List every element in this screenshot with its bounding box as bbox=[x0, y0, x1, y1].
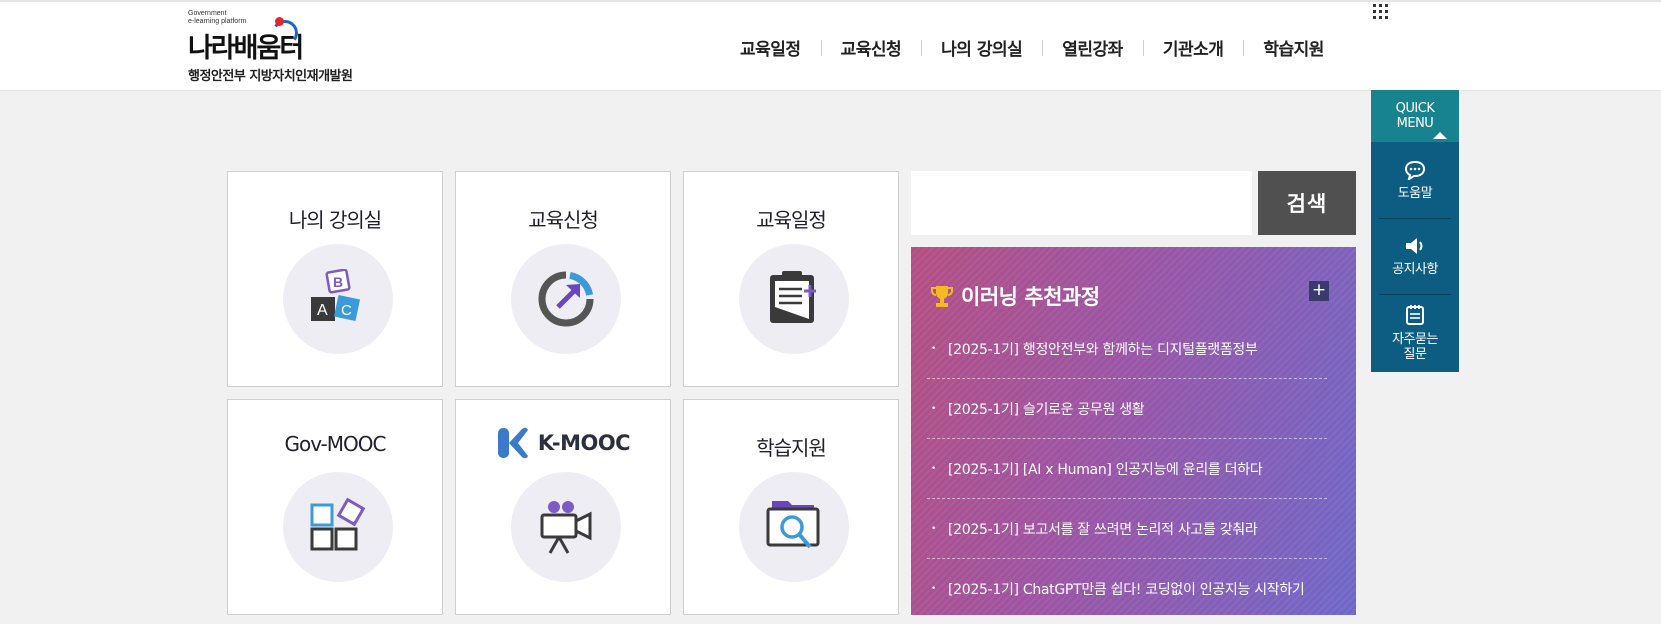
clipboard-icon bbox=[739, 244, 849, 354]
tile-schedule[interactable]: 교육일정 bbox=[683, 171, 899, 387]
svg-text:C: C bbox=[341, 302, 352, 319]
more-plus-button[interactable]: + bbox=[1309, 281, 1329, 301]
main-navigation: 교육일정 교육신청 나의 강의실 열린강좌 기관소개 학습지원 bbox=[720, 34, 1344, 60]
quick-menu-title-line2: MENU bbox=[1396, 116, 1434, 131]
nav-item-support[interactable]: 학습지원 bbox=[1243, 35, 1344, 60]
chat-bubble-icon bbox=[1404, 160, 1426, 180]
nav-item-my-classroom[interactable]: 나의 강의실 bbox=[921, 35, 1042, 60]
folder-search-icon bbox=[739, 472, 849, 582]
tile-my-classroom[interactable]: 나의 강의실 B A C bbox=[227, 171, 443, 387]
trophy-icon bbox=[931, 286, 953, 307]
quick-item-label-2: 질문 bbox=[1403, 346, 1427, 362]
site-logo[interactable]: Government e-learning platform 나라배움터 행정안… bbox=[188, 10, 398, 90]
nav-item-schedule[interactable]: 교육일정 bbox=[720, 35, 821, 60]
recommended-courses-panel: 이러닝 추천과정 + [2025-1기] 행정안전부와 함께하는 디지털플랫폼정… bbox=[911, 247, 1356, 615]
progress-arrow-icon bbox=[511, 244, 621, 354]
tile-k-mooc[interactable]: K-MOOC bbox=[455, 399, 671, 615]
tile-label: K-MOOC bbox=[537, 431, 631, 455]
logo-subtitle: 행정안전부 지방자치인재개발원 bbox=[188, 69, 353, 84]
k-mooc-logo-icon bbox=[497, 427, 528, 459]
logo-dot-mark bbox=[275, 17, 284, 26]
tile-label: 학습지원 bbox=[756, 436, 827, 460]
quick-notice[interactable]: 공지사항 bbox=[1379, 218, 1451, 294]
recommended-header: 이러닝 추천과정 bbox=[929, 281, 1100, 311]
tile-label: 교육신청 bbox=[528, 208, 599, 232]
tile-gov-mooc[interactable]: Gov-MOOC bbox=[227, 399, 443, 615]
course-link[interactable]: [2025-1기] [AI x Human] 인공지능에 윤리를 더하다 bbox=[927, 439, 1327, 499]
course-link[interactable]: [2025-1기] 행정안전부와 함께하는 디지털플랫폼정부 bbox=[927, 319, 1327, 379]
course-link[interactable]: [2025-1기] 보고서를 잘 쓰려면 논리적 사고를 갖춰라 bbox=[927, 499, 1327, 559]
nav-item-about[interactable]: 기관소개 bbox=[1142, 35, 1244, 60]
tile-label: 교육일정 bbox=[756, 208, 827, 232]
tile-apply[interactable]: 교육신청 bbox=[455, 171, 671, 387]
nav-item-open-lectures[interactable]: 열린강좌 bbox=[1042, 35, 1143, 60]
quick-item-label: 자주묻는 bbox=[1392, 331, 1438, 347]
notepad-icon bbox=[1406, 304, 1424, 325]
quick-faq[interactable]: 자주묻는 질문 bbox=[1379, 294, 1451, 370]
recommended-list: [2025-1기] 행정안전부와 함께하는 디지털플랫폼정부 [2025-1기]… bbox=[927, 319, 1327, 615]
quick-help[interactable]: 도움말 bbox=[1379, 142, 1451, 218]
course-link[interactable]: [2025-1기] ChatGPT만큼 쉽다! 코딩없이 인공지능 시작하기 bbox=[927, 559, 1327, 615]
search-button[interactable]: 검색 bbox=[1258, 171, 1356, 235]
logo-english: Government e-learning platform bbox=[188, 10, 278, 26]
quick-menu: QUICK MENU 도움말 공지사항 자주묻는 질문 bbox=[1371, 90, 1459, 372]
course-link[interactable]: [2025-1기] 슬기로운 공무원 생활 bbox=[927, 379, 1327, 439]
video-camera-icon bbox=[511, 472, 621, 582]
quick-item-label: 도움말 bbox=[1397, 185, 1433, 201]
quick-menu-title-line1: QUICK bbox=[1395, 101, 1435, 116]
tile-label: Gov-MOOC bbox=[284, 432, 387, 456]
logo-english-line1: Government bbox=[188, 10, 227, 17]
svg-text:A: A bbox=[317, 302, 328, 319]
logo-english-line2: e-learning platform bbox=[188, 18, 247, 25]
recommended-title: 이러닝 추천과정 bbox=[961, 285, 1100, 309]
k-mooc-title: K-MOOC bbox=[456, 426, 670, 460]
nav-item-apply[interactable]: 교육신청 bbox=[820, 35, 922, 60]
all-menu-grid-icon[interactable] bbox=[1373, 4, 1389, 20]
tile-label: 나의 강의실 bbox=[288, 208, 382, 232]
svg-text:B: B bbox=[333, 274, 343, 290]
abc-blocks-icon: B A C bbox=[283, 244, 393, 354]
site-header: Government e-learning platform 나라배움터 행정안… bbox=[0, 0, 1661, 91]
search-input[interactable] bbox=[911, 171, 1252, 235]
shapes-icon bbox=[283, 472, 393, 582]
quick-menu-toggle[interactable]: QUICK MENU bbox=[1371, 90, 1459, 142]
quick-item-label: 공지사항 bbox=[1392, 262, 1438, 277]
speaker-icon bbox=[1406, 238, 1423, 254]
tile-learning-support[interactable]: 학습지원 bbox=[683, 399, 899, 615]
